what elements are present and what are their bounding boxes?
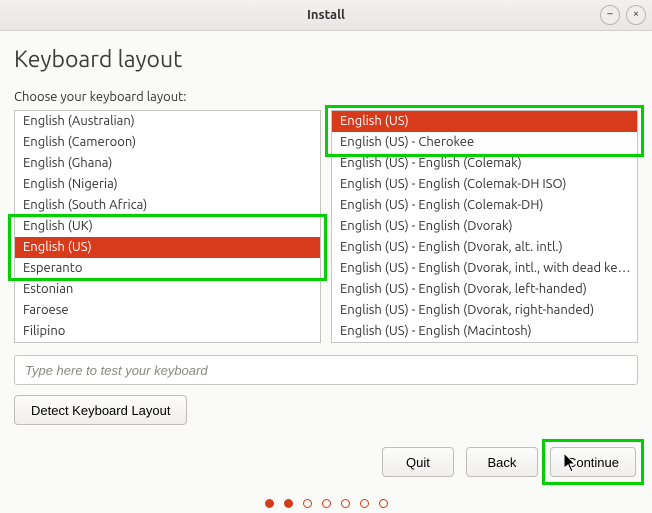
- progress-dot: [284, 499, 293, 508]
- language-item[interactable]: English (Nigeria): [15, 174, 320, 195]
- variant-item[interactable]: English (US) - English (Dvorak, right-ha…: [332, 300, 637, 321]
- language-item[interactable]: English (Australian): [15, 111, 320, 132]
- variant-item[interactable]: English (US) - English (Dvorak, alt. int…: [332, 237, 637, 258]
- keyboard-test-input[interactable]: [14, 355, 638, 385]
- window-title: Install: [307, 8, 345, 22]
- variant-item[interactable]: English (US) - English (Dvorak, left-han…: [332, 279, 637, 300]
- page-title: Keyboard layout: [14, 47, 638, 72]
- quit-button[interactable]: Quit: [382, 447, 454, 477]
- content-area: Keyboard layout Choose your keyboard lay…: [0, 31, 652, 508]
- language-item[interactable]: Finnish: [15, 342, 320, 343]
- progress-dot: [379, 499, 388, 508]
- language-item[interactable]: Filipino: [15, 321, 320, 342]
- variant-item[interactable]: English (US): [332, 111, 637, 132]
- close-button[interactable]: ×: [626, 5, 646, 25]
- progress-dot: [341, 499, 350, 508]
- progress-dot: [322, 499, 331, 508]
- variant-item[interactable]: English (US) - English (Colemak): [332, 153, 637, 174]
- variant-item[interactable]: English (US) - English (Dvorak, intl., w…: [332, 258, 637, 279]
- nav-buttons: Quit Back Continue: [14, 447, 638, 477]
- variant-listbox[interactable]: English (US)English (US) - CherokeeEngli…: [331, 110, 638, 343]
- progress-dot: [265, 499, 274, 508]
- variant-item[interactable]: English (US) - English (Dvorak): [332, 216, 637, 237]
- language-item[interactable]: English (US): [15, 237, 320, 258]
- keyboard-prompt: Choose your keyboard layout:: [14, 90, 638, 104]
- language-item[interactable]: Esperanto: [15, 258, 320, 279]
- language-item[interactable]: English (South Africa): [15, 195, 320, 216]
- layout-lists: English (Australian)English (Cameroon)En…: [14, 110, 638, 343]
- variant-item[interactable]: English (US) - English (Norman): [332, 342, 637, 343]
- detect-row: Detect Keyboard Layout: [14, 395, 638, 425]
- variant-item[interactable]: English (US) - English (Colemak-DH): [332, 195, 637, 216]
- variant-item[interactable]: English (US) - English (Macintosh): [332, 321, 637, 342]
- language-item[interactable]: English (Ghana): [15, 153, 320, 174]
- detect-keyboard-button[interactable]: Detect Keyboard Layout: [14, 395, 187, 425]
- progress-dots: [14, 499, 638, 508]
- window-controls: – ×: [600, 5, 646, 25]
- language-item[interactable]: Estonian: [15, 279, 320, 300]
- continue-button[interactable]: Continue: [550, 447, 636, 477]
- titlebar: Install – ×: [0, 0, 652, 31]
- minimize-button[interactable]: –: [600, 5, 620, 25]
- progress-dot: [360, 499, 369, 508]
- back-button[interactable]: Back: [466, 447, 538, 477]
- variant-item[interactable]: English (US) - Cherokee: [332, 132, 637, 153]
- language-item[interactable]: English (Cameroon): [15, 132, 320, 153]
- language-item[interactable]: English (UK): [15, 216, 320, 237]
- language-listbox[interactable]: English (Australian)English (Cameroon)En…: [14, 110, 321, 343]
- language-item[interactable]: Faroese: [15, 300, 320, 321]
- progress-dot: [303, 499, 312, 508]
- variant-item[interactable]: English (US) - English (Colemak-DH ISO): [332, 174, 637, 195]
